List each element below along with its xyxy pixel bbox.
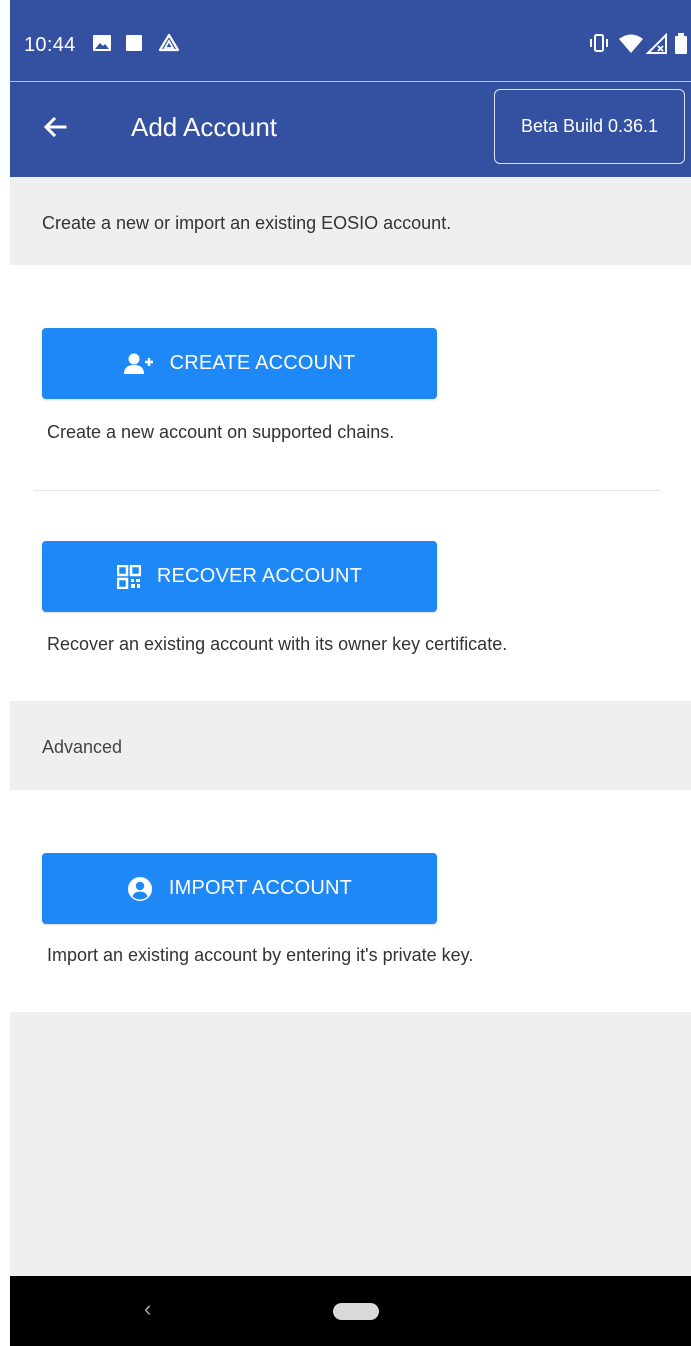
square-icon	[124, 33, 144, 58]
account-circle-icon	[127, 876, 153, 902]
status-bar: 10:44	[10, 0, 691, 82]
wifi-icon	[618, 33, 644, 60]
phone-screen: 10:44 Add Account Beta Build 0.36.1 Crea…	[10, 0, 691, 1346]
recover-account-label: RECOVER ACCOUNT	[156, 565, 363, 587]
screen: 10:44 Add Account Beta Build 0.36.1 Crea…	[0, 0, 691, 1346]
intro-section: Create a new or import an existing EOSIO…	[10, 177, 691, 265]
advanced-section-header: Advanced	[10, 701, 691, 790]
beta-build-button[interactable]: Beta Build 0.36.1	[494, 89, 685, 164]
advanced-options-card: IMPORT ACCOUNT Import an existing accoun…	[10, 790, 691, 1012]
vibrate-icon	[588, 33, 610, 58]
nav-back-icon[interactable]: ‹	[144, 1296, 151, 1322]
section-divider	[34, 490, 660, 491]
create-account-label: CREATE ACCOUNT	[169, 352, 356, 374]
add-person-icon	[123, 352, 154, 376]
status-time: 10:44	[24, 34, 76, 56]
import-account-button[interactable]: IMPORT ACCOUNT	[42, 853, 437, 924]
arrow-left-icon	[43, 116, 67, 138]
drive-icon	[158, 33, 180, 58]
account-options-card: CREATE ACCOUNT Create a new account on s…	[10, 265, 691, 701]
no-signal-icon	[645, 32, 668, 60]
create-account-button[interactable]: CREATE ACCOUNT	[42, 328, 437, 399]
import-account-label: IMPORT ACCOUNT	[168, 877, 353, 899]
nav-home-pill[interactable]	[333, 1303, 379, 1320]
recover-account-description: Recover an existing account with its own…	[47, 634, 508, 654]
import-account-description: Import an existing account by entering i…	[47, 945, 474, 965]
create-account-description: Create a new account on supported chains…	[47, 422, 395, 442]
advanced-header-label: Advanced	[42, 737, 123, 757]
page-title: Add Account	[131, 112, 277, 142]
battery-icon	[674, 33, 688, 60]
system-navigation-bar: ‹	[10, 1276, 691, 1346]
back-button[interactable]	[38, 110, 72, 144]
intro-text: Create a new or import an existing EOSIO…	[42, 213, 452, 233]
app-bar: Add Account Beta Build 0.36.1	[10, 82, 691, 177]
image-icon	[92, 33, 112, 58]
qr-code-icon	[116, 564, 141, 589]
recover-account-button[interactable]: RECOVER ACCOUNT	[42, 541, 437, 612]
